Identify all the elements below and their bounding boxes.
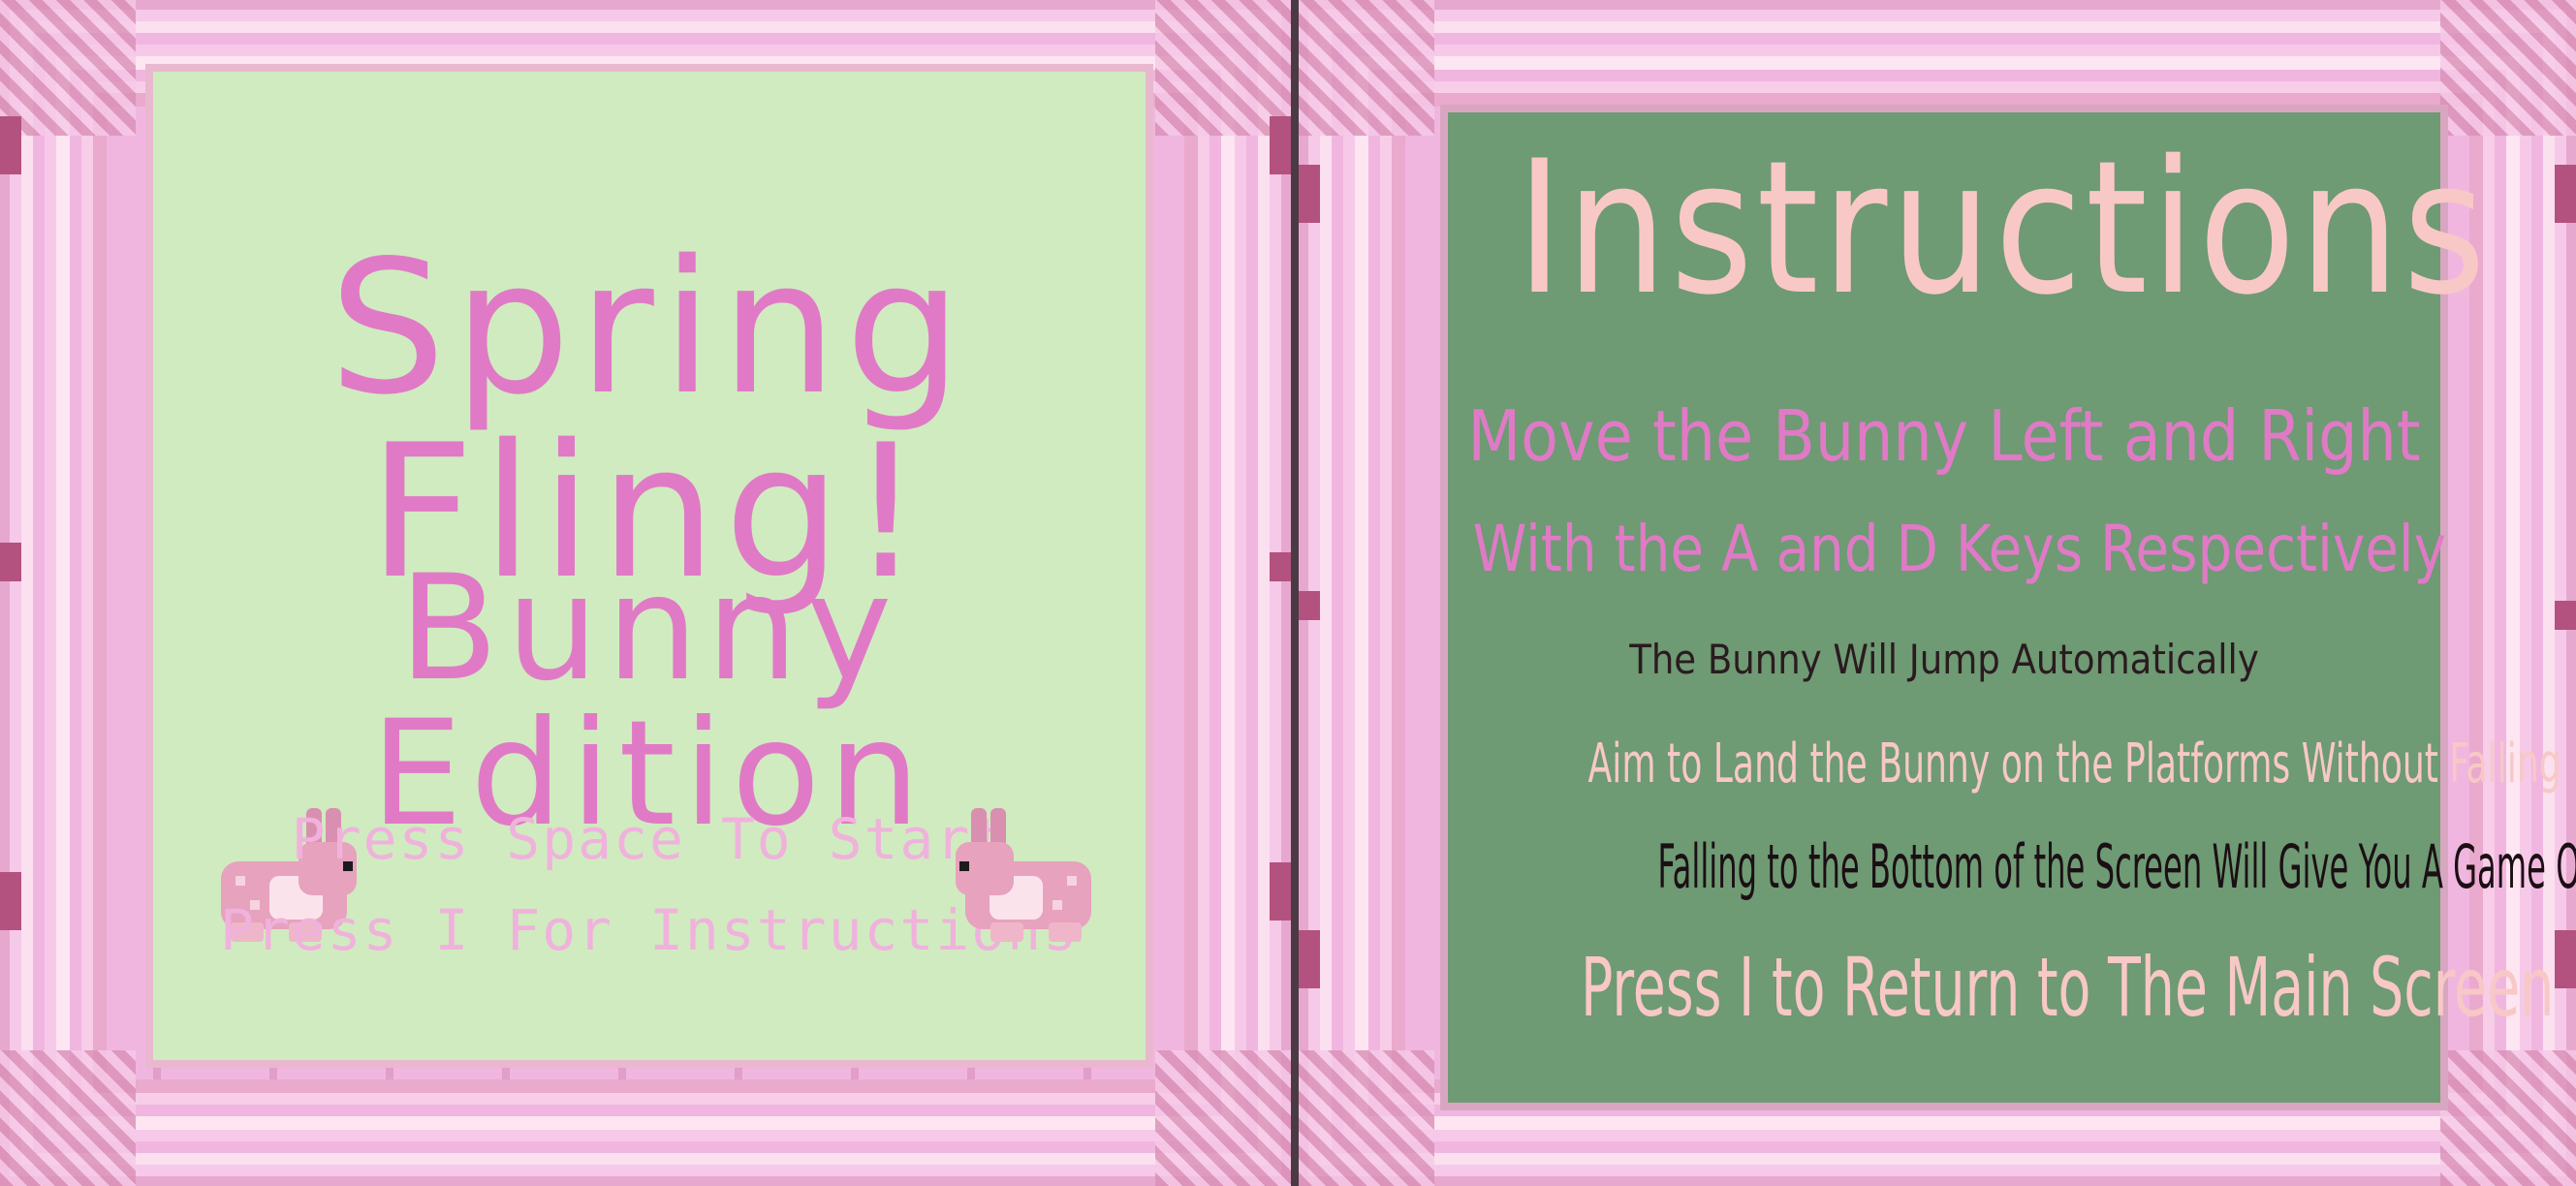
- frame-corner: [2440, 0, 2576, 136]
- instruction-line: The Bunny Will Jump Automatically: [1629, 636, 2259, 683]
- instructions-title: Instructions: [1516, 121, 2490, 335]
- frame-mark: [1270, 116, 1291, 174]
- frame-corner: [0, 1050, 136, 1186]
- frame-mark: [0, 543, 21, 581]
- frame-mark: [1299, 930, 1320, 988]
- frame-mark: [1299, 591, 1320, 620]
- frame-mark: [0, 872, 21, 930]
- bunny-sprite-icon: [946, 808, 1101, 953]
- start-screen-panel: Spring Fling! Bunny Edition Press Space …: [0, 0, 1291, 1186]
- frame-corner: [1155, 0, 1291, 136]
- instruction-line: With the A and D Keys Respectively: [1472, 512, 2446, 586]
- instruction-line: Aim to Land the Bunny on the Platforms W…: [1587, 733, 2561, 796]
- frame-mark: [2555, 930, 2576, 988]
- frame-mark: [1299, 165, 1320, 223]
- frame-corner: [1155, 1050, 1291, 1186]
- frame-mark: [2555, 601, 2576, 630]
- frame-corner: [1299, 1050, 1434, 1186]
- instructions-screen: Instructions Move the Bunny Left and Rig…: [1440, 105, 2576, 1110]
- frame-corner: [1299, 0, 1434, 136]
- frame-corner: [0, 0, 136, 136]
- start-screen: Spring Fling! Bunny Edition Press Space …: [145, 64, 1153, 1068]
- instruction-line: Move the Bunny Left and Right: [1467, 395, 2421, 477]
- frame-mark: [0, 116, 21, 174]
- return-prompt: Press I to Return to The Main Screen: [1581, 940, 2555, 1035]
- frame-mark: [1270, 552, 1291, 581]
- frame-corner: [2440, 1050, 2576, 1186]
- frame-mark: [1270, 862, 1291, 921]
- game-subtitle: Bunny Edition: [370, 545, 928, 858]
- instruction-line: Falling to the Bottom of the Screen Will…: [1657, 831, 2576, 902]
- frame-mark: [2555, 165, 2576, 223]
- instructions-screen-panel: Instructions Move the Bunny Left and Rig…: [1299, 0, 2576, 1186]
